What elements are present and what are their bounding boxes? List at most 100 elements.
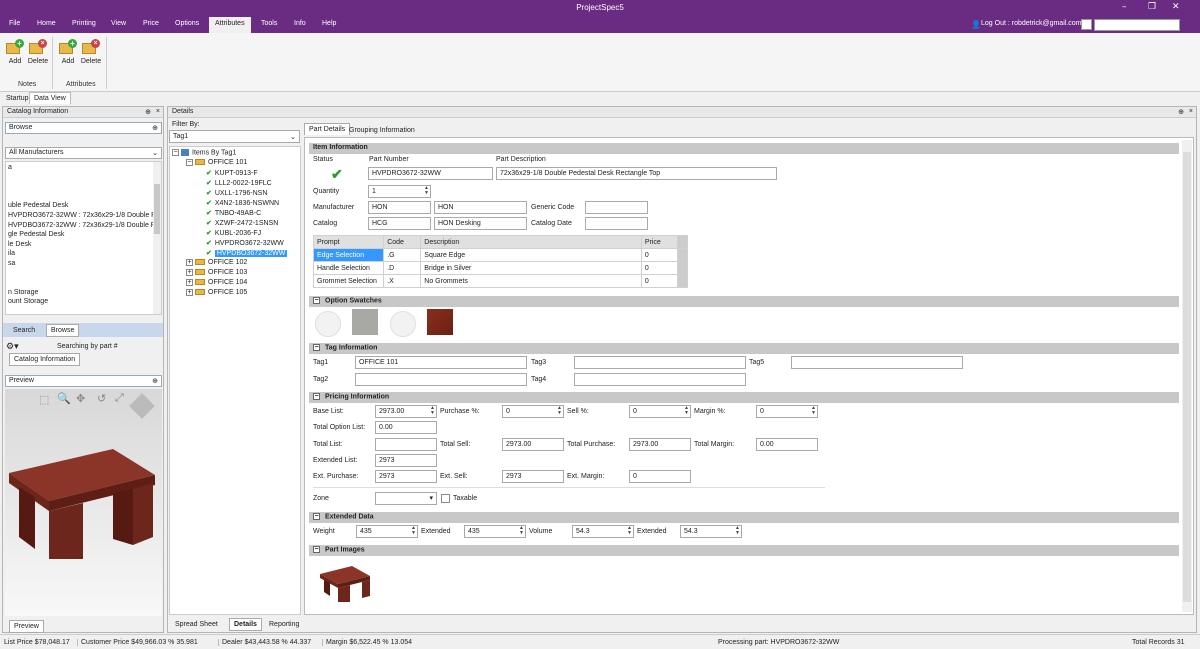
expand-icon[interactable]: + — [186, 279, 193, 286]
scrollbar[interactable] — [153, 162, 161, 314]
total-sell-field[interactable]: 2973.00 — [502, 438, 564, 451]
calendar-icon[interactable] — [1081, 19, 1092, 30]
menu-file[interactable]: File — [9, 20, 20, 27]
table-row[interactable]: Handle Selection .D Bridge in Silver 0 — [312, 261, 688, 275]
list-item[interactable]: HVPDBO3672-32WW : 72x36x29-1/8 Double F — [8, 222, 155, 229]
purchase-pct-field[interactable]: 0 ▲ ▼ — [502, 405, 564, 418]
manufacturer-select[interactable]: All Manufacturers ⌄ — [5, 147, 162, 159]
option-description[interactable]: No Grommets — [420, 274, 642, 288]
option-prompt[interactable]: Handle Selection — [312, 261, 385, 275]
list-item[interactable]: ila — [8, 250, 15, 257]
tab-data-view[interactable]: Data View — [29, 92, 71, 104]
ext-margin-field[interactable]: 0 — [629, 470, 691, 483]
tag4-field[interactable] — [574, 373, 746, 386]
tree-office-101[interactable]: − OFFICE 101 — [186, 159, 247, 166]
restore-icon[interactable]: ❐ — [1148, 2, 1156, 12]
list-item[interactable]: a — [8, 164, 12, 171]
tag1-field[interactable]: OFFICE 101 — [355, 356, 527, 369]
tab-details[interactable]: Details — [229, 618, 262, 631]
scrollbar[interactable] — [676, 248, 689, 288]
tag3-field[interactable] — [574, 356, 746, 369]
table-row[interactable]: Edge Selection .G Square Edge 0 — [312, 248, 689, 288]
spinner-icon[interactable]: ▲ ▼ — [557, 406, 562, 416]
preview-viewport[interactable]: ⬚ 🔍 ✥ ↺ ⤢ — [5, 389, 162, 616]
tree-part-item[interactable]: ✔ KUPT-0913-F — [206, 169, 258, 177]
tab-browse[interactable]: Browse — [46, 324, 80, 337]
list-item[interactable]: HVPDRO3672-32WW : 72x36x29-1/8 Double P — [8, 212, 156, 219]
zoom-box-icon[interactable]: ⬚ — [39, 393, 49, 406]
catalog-date-field[interactable] — [585, 217, 648, 230]
collapse-icon[interactable]: − — [313, 546, 320, 553]
swatch-wood[interactable] — [427, 309, 453, 335]
option-price[interactable]: 0 — [640, 261, 678, 275]
weight-field[interactable]: 435 ▲ ▼ — [356, 525, 418, 538]
scroll-thumb[interactable] — [154, 184, 160, 234]
gear-icon[interactable]: ⚙▾ — [6, 341, 19, 352]
list-item[interactable]: le Desk — [8, 241, 31, 248]
tree-part-item[interactable]: ✔ HVPDRO3672-32WW — [206, 239, 284, 247]
tab-grouping-information[interactable]: Grouping Information — [345, 125, 419, 136]
volume-field[interactable]: 54.3 ▲ ▼ — [572, 525, 634, 538]
spinner-icon[interactable]: ▲ ▼ — [430, 406, 435, 416]
scroll-thumb[interactable] — [1183, 152, 1191, 602]
tree-root[interactable]: − Items By Tag1 — [172, 149, 236, 157]
section-pricing-information[interactable]: − Pricing Information — [309, 392, 1179, 403]
search-input[interactable] — [1094, 19, 1180, 31]
option-description[interactable]: Bridge in Silver — [420, 261, 642, 275]
manufacturer-code-field[interactable]: HON — [368, 201, 431, 214]
total-purchase-field[interactable]: 2973.00 — [629, 438, 691, 451]
zone-select[interactable]: ▾ — [375, 492, 437, 505]
section-part-images[interactable]: − Part Images — [309, 545, 1179, 556]
collapse-icon[interactable]: − — [186, 159, 193, 166]
scrollbar[interactable] — [676, 235, 689, 249]
tree-part-item[interactable]: ✔ HVPDBO3672-32WW — [206, 249, 288, 257]
attributes-add-button[interactable]: + Add — [57, 39, 79, 65]
menu-attributes[interactable]: Attributes — [209, 17, 251, 33]
list-item[interactable]: n Storage — [8, 289, 38, 296]
catalog-code-field[interactable]: HCG — [368, 217, 431, 230]
section-item-information[interactable]: Item Information — [309, 143, 1179, 154]
notes-add-button[interactable]: + Add — [4, 39, 26, 65]
spinner-icon[interactable]: ▲ ▼ — [519, 526, 524, 536]
list-item[interactable]: ount Storage — [8, 298, 48, 305]
collapse-icon[interactable]: − — [313, 393, 320, 400]
option-price[interactable]: 0 — [640, 274, 678, 288]
swatch-silver[interactable] — [352, 309, 378, 335]
tab-spread-sheet[interactable]: Spread Sheet — [171, 619, 222, 630]
pan-icon[interactable]: ✥ — [76, 392, 85, 405]
collapse-icon[interactable]: − — [313, 344, 320, 351]
fit-icon[interactable]: ⤢ — [115, 392, 124, 405]
expand-icon[interactable]: + — [186, 259, 193, 266]
tab-search[interactable]: Search — [9, 325, 39, 336]
option-code[interactable]: .X — [383, 274, 422, 288]
tab-reporting[interactable]: Reporting — [265, 619, 303, 630]
close-icon[interactable]: ✕ — [1172, 2, 1180, 12]
spinner-icon[interactable]: ▲ ▼ — [811, 406, 816, 416]
rotate-icon[interactable]: ↺ — [97, 392, 106, 405]
section-tag-information[interactable]: − Tag Information — [309, 343, 1179, 354]
taxable-checkbox[interactable] — [441, 494, 450, 503]
close-icon[interactable]: × — [1189, 108, 1193, 115]
tag5-field[interactable] — [791, 356, 963, 369]
menu-info[interactable]: Info — [294, 20, 306, 27]
option-price[interactable]: 0 — [640, 248, 678, 262]
list-item[interactable]: uble Pedestal Desk — [8, 202, 68, 209]
spinner-icon[interactable]: ▲ ▼ — [735, 526, 740, 536]
view-cube-icon[interactable] — [129, 393, 155, 419]
spinner-icon[interactable]: ▲ ▼ — [627, 526, 632, 536]
table-row[interactable]: Grommet Selection .X No Grommets 0 — [312, 274, 688, 288]
list-item[interactable]: gle Pedestal Desk — [8, 231, 64, 238]
section-option-swatches[interactable]: − Option Swatches — [309, 296, 1179, 307]
menu-help[interactable]: Help — [322, 20, 336, 27]
margin-pct-field[interactable]: 0 ▲ ▼ — [756, 405, 818, 418]
catalog-name-field[interactable]: HON Desking — [434, 217, 527, 230]
tree-office-item[interactable]: + OFFICE 105 — [186, 289, 247, 296]
section-extended-data[interactable]: − Extended Data — [309, 512, 1179, 523]
list-item[interactable]: sa — [8, 260, 15, 267]
swatch-placeholder[interactable] — [390, 311, 416, 337]
tree-part-item[interactable]: ✔ XZWF-2472-1SNSN — [206, 219, 278, 227]
collapse-icon[interactable]: − — [313, 297, 320, 304]
scrollbar[interactable] — [1182, 140, 1192, 612]
expand-icon[interactable]: + — [186, 269, 193, 276]
tab-preview[interactable]: Preview — [9, 620, 44, 633]
